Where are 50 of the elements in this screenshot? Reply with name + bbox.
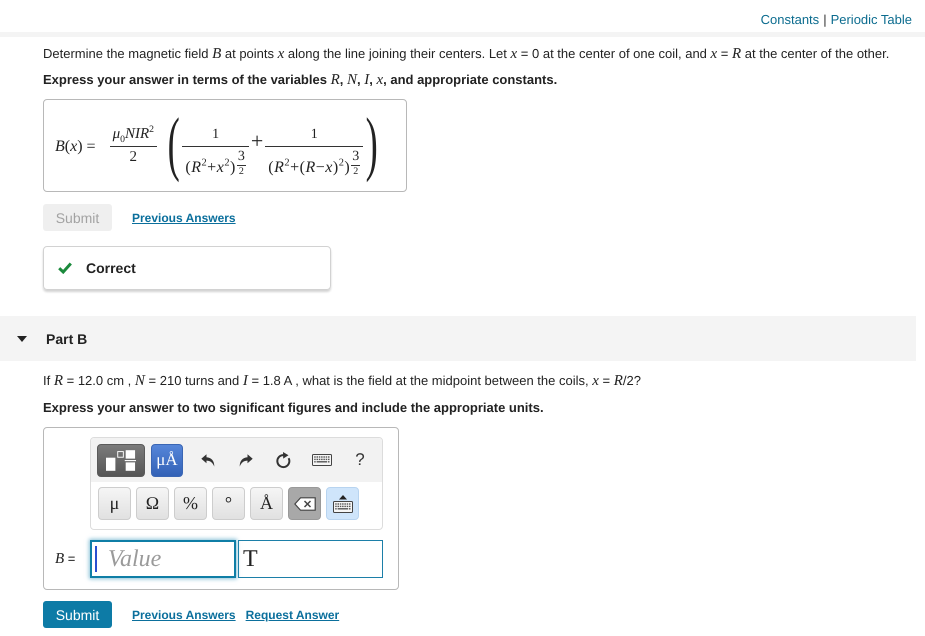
units-button[interactable]: μÅ: [151, 444, 183, 476]
feedback-label: Correct: [86, 260, 136, 276]
value-field[interactable]: Value: [90, 540, 236, 578]
answers-link[interactable]: Request Answer: [246, 608, 340, 622]
question-text: Determine the magnetic field B at points x along the line joining their centers. Let x = 0 at the center of one coil, and x = R at the center of the other.: [43, 46, 890, 62]
backspace-key[interactable]: [288, 487, 321, 520]
keyboard-icon: [312, 454, 332, 466]
answers-link[interactable]: Previous Answers: [132, 210, 236, 224]
templates-button[interactable]: [97, 444, 145, 476]
exponent-numerator: 3: [236, 150, 246, 164]
templates-icon: [106, 450, 136, 470]
link-separator: |: [823, 12, 827, 26]
part-header[interactable]: Part B: [0, 316, 916, 361]
header-link[interactable]: Periodic Table: [830, 12, 912, 26]
header-link[interactable]: Constants: [760, 12, 820, 26]
exponent-denominator: 2: [352, 166, 360, 176]
exponent-numerator: 3: [351, 150, 360, 164]
check-icon: [58, 262, 72, 274]
parenthesis: (: [168, 108, 180, 180]
question-text: If R = 12.0 cm , N = 210 turns and I = 1.8 A , what is the field at the midpoint between the coils, x = R/2?: [43, 373, 642, 389]
symbol-key[interactable]: °: [212, 487, 245, 520]
exponent-denominator: 2: [238, 166, 245, 176]
answers-link[interactable]: Previous Answers: [132, 608, 236, 622]
fraction-numerator: 1: [211, 128, 220, 142]
unit-field[interactable]: T: [238, 540, 383, 578]
redo-icon: [239, 454, 253, 466]
instruction-text: Express your answer to two significant figures and include the appropriate units.: [43, 400, 545, 416]
text-cursor-icon: [95, 546, 96, 572]
denominator-base: (R$^{2}$+(R−x)$^{2}$): [268, 158, 350, 176]
instruction-text: Express your answer in terms of the variables R, N, I, x, and appropriate constants.: [43, 72, 558, 88]
help-button[interactable]: ?: [341, 444, 379, 476]
denominator-base: (R$^{2}$+x$^{2}$): [185, 158, 236, 176]
symbol-key[interactable]: Ω: [136, 487, 169, 520]
symbol-key[interactable]: %: [174, 487, 207, 520]
fraction-numerator: μ$_{0}$NIR$^{2}$: [112, 126, 156, 142]
plus-sign: +: [250, 130, 264, 152]
undo-icon: [201, 454, 215, 466]
symbol-key[interactable]: μ: [98, 487, 131, 520]
part-title: Part B: [46, 330, 88, 346]
submit-button[interactable]: Submit: [43, 601, 112, 628]
fraction-numerator: 1: [310, 128, 319, 142]
keyboard-icon: [332, 494, 352, 513]
formula-lhs: B(x) =: [55, 138, 96, 154]
answer-label: B =: [55, 550, 76, 568]
symbol-key[interactable]: Å: [250, 487, 283, 520]
keyboard-toggle-key[interactable]: [326, 487, 359, 520]
fraction-denominator: 2: [128, 150, 138, 164]
parenthesis: ): [366, 108, 378, 180]
reset-icon: [276, 452, 292, 468]
backspace-icon: [294, 496, 316, 510]
